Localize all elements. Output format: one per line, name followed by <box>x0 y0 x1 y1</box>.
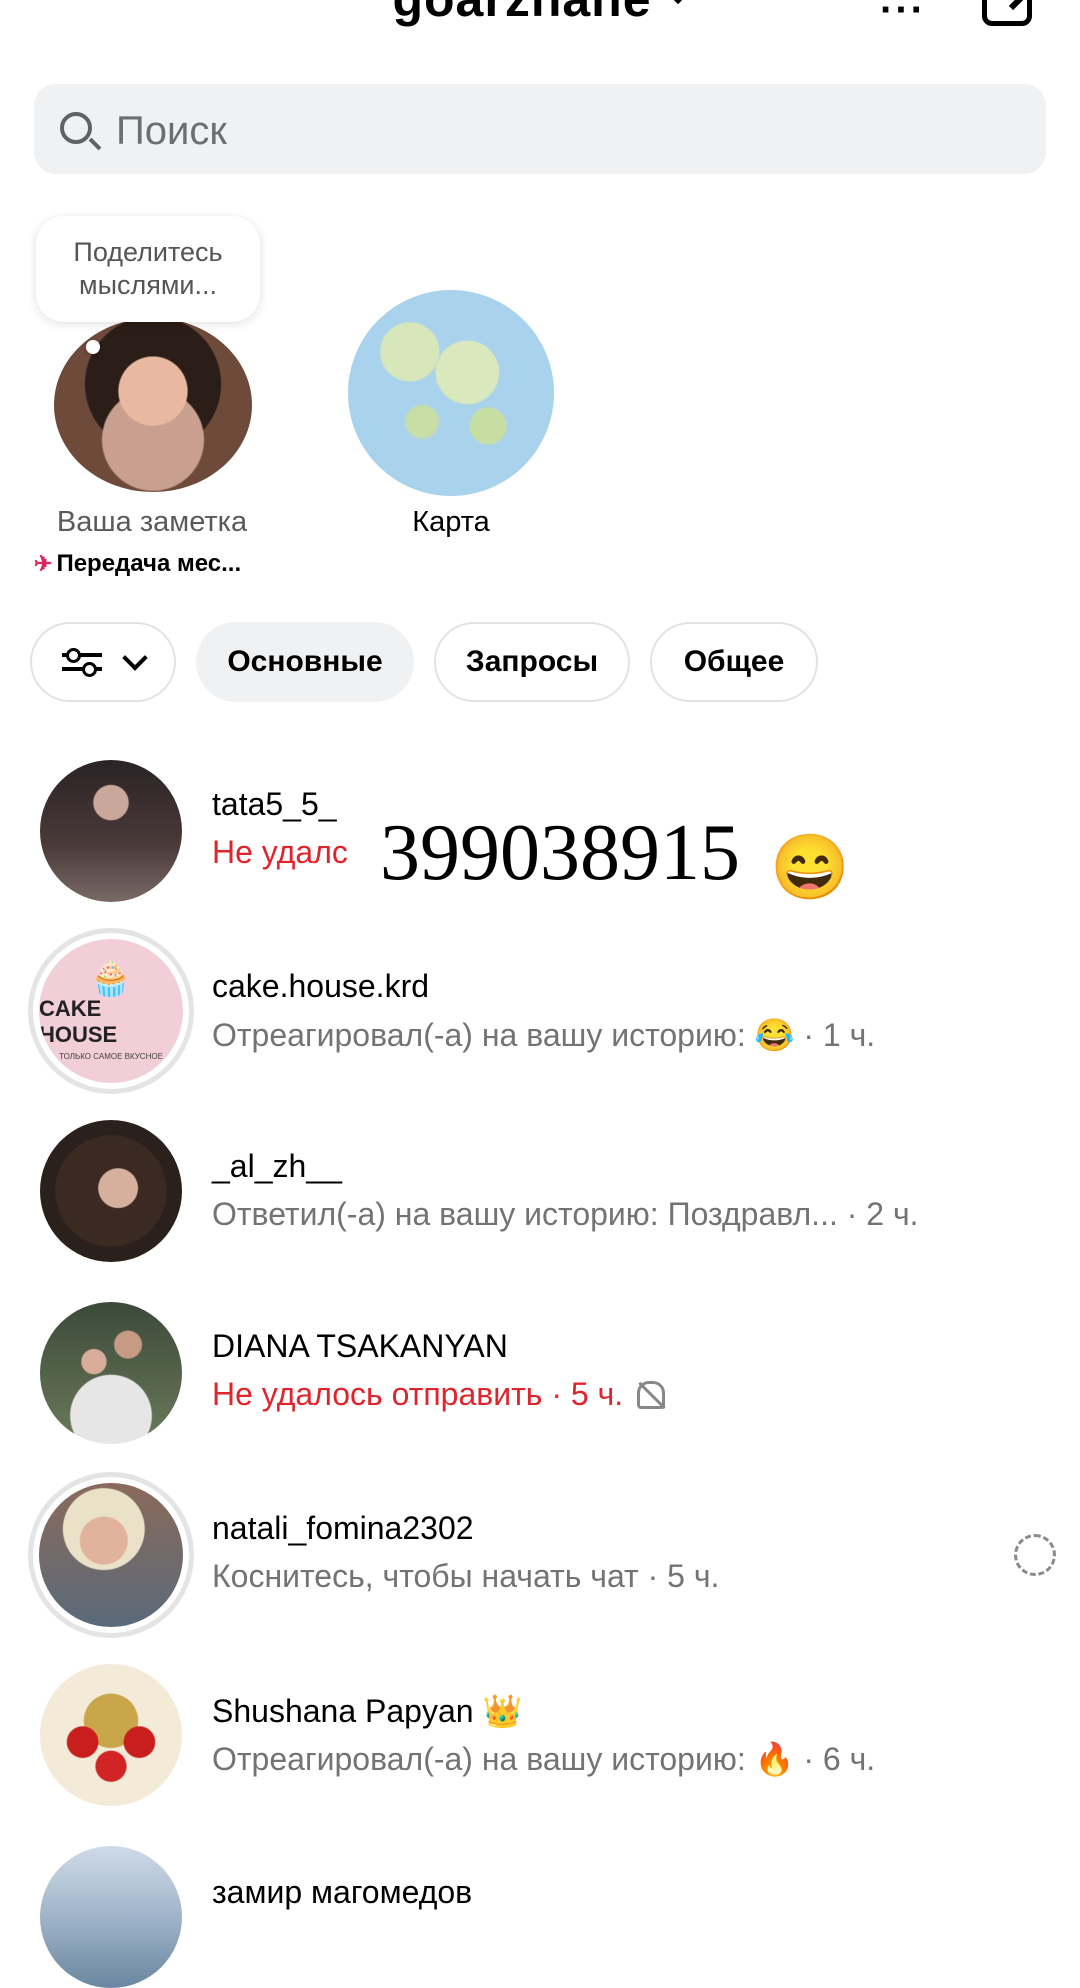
thread-preview: Не удалс <box>212 834 348 870</box>
note-bubble-tail <box>86 340 100 354</box>
chevron-down-icon <box>122 645 148 671</box>
note-caption: Ваша заметка <box>56 506 248 538</box>
thread-name[interactable]: cake.house.krd <box>212 968 429 1005</box>
chevron-down-icon <box>663 0 692 5</box>
my-avatar[interactable] <box>54 318 252 492</box>
overlay-number: 399038915 <box>380 809 740 897</box>
avatar[interactable] <box>28 1472 194 1638</box>
thread-name[interactable]: tata5_5_ <box>212 786 337 823</box>
more-options-icon[interactable]: ··· <box>880 0 926 33</box>
avatar[interactable] <box>40 1664 182 1806</box>
thread-preview: Ответил(-а) на вашу историю: Поздравл...… <box>212 1196 919 1232</box>
avatar[interactable]: 🧁 CAKE HOUSE ТОЛЬКО САМОЕ ВКУСНОЕ <box>28 928 194 1094</box>
account-name: goarzhane <box>392 0 651 27</box>
thread-name[interactable]: Shushana Papyan 👑 <box>212 1692 522 1730</box>
thread-preview-row: Не удалось отправить · 5 ч. <box>212 1376 666 1413</box>
filter-requests[interactable]: Запросы <box>434 622 630 702</box>
thread-preview: Отреагировал(-а) на вашу историю: 😂 · 1 … <box>212 1017 876 1053</box>
thread-preview: Коснитесь, чтобы начать чат · 5 ч. <box>212 1558 720 1594</box>
filter-settings-button[interactable] <box>30 622 176 702</box>
thread-name[interactable]: _al_zh__ <box>212 1148 342 1185</box>
thread-name[interactable]: замир магомедов <box>212 1874 472 1911</box>
loading-icon <box>1014 1534 1056 1576</box>
note-bubble[interactable]: Поделитесь мыслями... <box>36 216 260 322</box>
muted-bell-icon <box>637 1381 666 1409</box>
search-input[interactable] <box>114 100 998 162</box>
filter-primary[interactable]: Основные <box>196 622 414 702</box>
map-caption: Карта <box>412 506 490 538</box>
avatar[interactable] <box>40 760 182 902</box>
cupcake-icon: 🧁 <box>89 959 133 998</box>
overlay-emoji: 😄 <box>770 831 850 903</box>
thread-preview: Не удалось отправить · 5 ч. <box>212 1376 624 1412</box>
note-status: ✈ Передача мес... <box>34 550 284 578</box>
map-thumbnail[interactable] <box>348 290 554 496</box>
avatar[interactable] <box>40 1846 182 1988</box>
sliders-icon <box>62 647 102 677</box>
search-icon <box>60 112 92 144</box>
avatar[interactable] <box>40 1302 182 1444</box>
thread-preview: Отреагировал(-а) на вашу историю: 🔥 · 6 … <box>212 1741 876 1777</box>
filter-general[interactable]: Общее <box>650 622 818 702</box>
thread-name[interactable]: natali_fomina2302 <box>212 1510 474 1547</box>
compose-icon[interactable] <box>982 0 1032 26</box>
note-status-text: Передача мес... <box>56 550 242 577</box>
avatar[interactable] <box>40 1120 182 1262</box>
location-off-icon: ✈ <box>34 551 53 576</box>
avatar-logo-subtext: ТОЛЬКО САМОЕ ВКУСНОЕ <box>59 1051 163 1061</box>
avatar-logo-text: CAKE HOUSE <box>39 995 118 1047</box>
thread-name[interactable]: DIANA TSAKANYAN <box>212 1328 508 1365</box>
